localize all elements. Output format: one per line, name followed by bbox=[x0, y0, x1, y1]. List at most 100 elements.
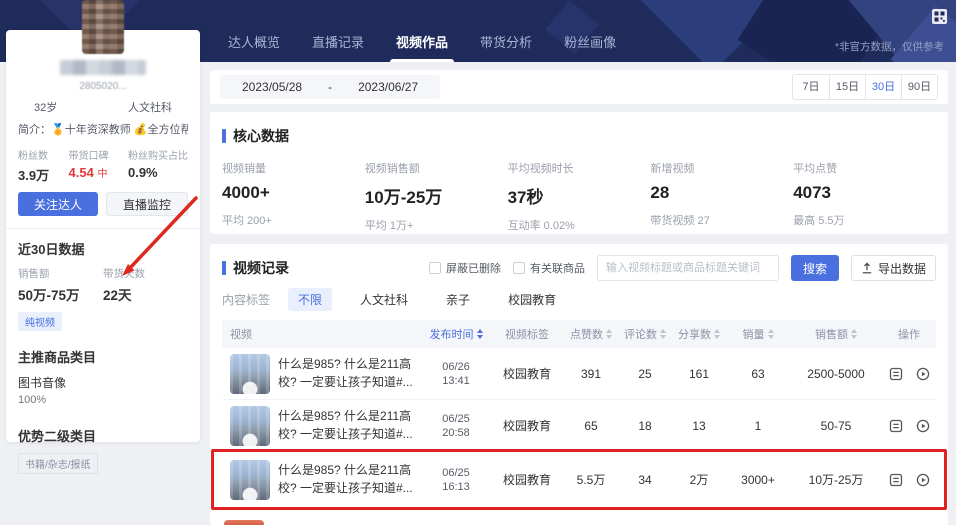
export-data-button[interactable]: 导出数据 bbox=[851, 255, 936, 281]
range-90d-button[interactable]: 90日 bbox=[901, 75, 937, 99]
sales-count: 1 bbox=[726, 400, 790, 451]
content-tag-label: 内容标签 bbox=[222, 291, 270, 308]
report-icon[interactable] bbox=[889, 367, 903, 381]
filter-campus-education[interactable]: 校园教育 bbox=[498, 288, 566, 311]
filter-humanities[interactable]: 人文社科 bbox=[350, 288, 418, 311]
metric-label: 新增视频 bbox=[650, 160, 793, 176]
publish-time: 20:58 bbox=[442, 427, 470, 439]
video-tag: 校园教育 bbox=[490, 348, 564, 399]
revenue-range: 10万-25万 bbox=[790, 452, 882, 507]
sort-icon bbox=[477, 329, 483, 339]
tab-fans-portrait[interactable]: 粉丝画像 bbox=[564, 32, 616, 62]
section-marker bbox=[222, 129, 226, 143]
video-title[interactable]: 什么是985? 什么是211高校? 一定要让孩子知道#... bbox=[278, 408, 422, 443]
video-thumbnail[interactable] bbox=[230, 354, 270, 394]
video-thumbnail[interactable] bbox=[230, 406, 270, 446]
fans-count: 3.9万 bbox=[18, 165, 49, 184]
date-start: 2023/05/28 bbox=[242, 80, 302, 94]
tab-overview[interactable]: 达人概览 bbox=[228, 32, 280, 62]
column-header-likes[interactable]: 点赞数 bbox=[564, 320, 618, 348]
avg-duration-value: 37秒 bbox=[508, 183, 651, 208]
avg-likes-value: 4073 bbox=[793, 183, 936, 203]
play-video-icon[interactable] bbox=[916, 367, 930, 381]
bio-label: 简介： bbox=[18, 121, 51, 137]
tab-live-records[interactable]: 直播记录 bbox=[312, 32, 364, 62]
profile-card: 2805020... 32岁 人文社科 简介： 🏅十年资深教师 💰全方位帮...… bbox=[6, 30, 200, 442]
likes-count: 5.5万 bbox=[564, 452, 618, 507]
has-linked-product-checkbox[interactable]: 有关联商品 bbox=[513, 260, 585, 276]
avatar[interactable] bbox=[82, 0, 124, 54]
data-disclaimer: *非官方数据，仅供参考 bbox=[835, 39, 944, 54]
comments-count: 34 bbox=[618, 452, 672, 507]
date-separator: - bbox=[328, 80, 332, 94]
export-label: 导出数据 bbox=[878, 260, 926, 277]
video-revenue-value: 10万-25万 bbox=[365, 183, 508, 208]
column-header-revenue[interactable]: 销售额 bbox=[790, 320, 882, 348]
publish-date: 06/26 bbox=[442, 361, 470, 373]
hide-deleted-checkbox[interactable]: 屏蔽已删除 bbox=[429, 260, 501, 276]
filter-unlimited[interactable]: 不限 bbox=[288, 288, 332, 311]
likes-count: 65 bbox=[564, 400, 618, 451]
video-title[interactable]: 什么是985? 什么是211高校? 一定要让孩子知道#... bbox=[278, 356, 422, 391]
qr-code-icon[interactable] bbox=[932, 9, 947, 24]
table-header: 视频 发布时间 视频标签 点赞数 评论数 分享数 销量 销售额 操作 bbox=[222, 320, 936, 348]
column-header-video-tag: 视频标签 bbox=[490, 320, 564, 348]
metric-sub: 互动率 0.02% bbox=[508, 217, 651, 233]
column-header-publish-time[interactable]: 发布时间 bbox=[422, 320, 490, 348]
metric-label: 平均点赞 bbox=[793, 160, 936, 176]
sort-icon bbox=[714, 329, 720, 339]
profile-name-blurred bbox=[60, 60, 146, 75]
report-icon[interactable] bbox=[889, 473, 903, 487]
reputation-level: 中 bbox=[97, 169, 107, 180]
next-row-thumbnail-partial bbox=[224, 520, 264, 525]
publish-date: 06/25 bbox=[442, 467, 470, 479]
comments-count: 25 bbox=[618, 348, 672, 399]
tab-video-works[interactable]: 视频作品 bbox=[396, 32, 448, 62]
video-tag: 校园教育 bbox=[490, 452, 564, 507]
report-icon[interactable] bbox=[889, 419, 903, 433]
profile-age: 32岁 bbox=[34, 99, 57, 115]
date-range-picker[interactable]: 2023/05/28 - 2023/06/27 bbox=[220, 75, 440, 99]
stat-label: 带货口碑 bbox=[69, 147, 109, 162]
video-title[interactable]: 什么是985? 什么是211高校? 一定要让孩子知道#... bbox=[278, 462, 422, 497]
sort-icon bbox=[660, 329, 666, 339]
play-video-icon[interactable] bbox=[916, 473, 930, 487]
filter-parenting[interactable]: 亲子 bbox=[436, 288, 480, 311]
sort-icon bbox=[606, 329, 612, 339]
profile-category: 人文社科 bbox=[128, 99, 172, 115]
video-thumbnail[interactable] bbox=[230, 460, 270, 500]
profile-user-id: 2805020... bbox=[18, 81, 188, 92]
search-button[interactable]: 搜索 bbox=[791, 255, 839, 281]
follow-button[interactable]: 关注达人 bbox=[18, 192, 98, 216]
shares-count: 161 bbox=[672, 348, 726, 399]
search-input[interactable] bbox=[597, 255, 779, 281]
play-video-icon[interactable] bbox=[916, 419, 930, 433]
range-7d-button[interactable]: 7日 bbox=[793, 75, 829, 99]
shares-count: 2万 bbox=[672, 452, 726, 507]
live-monitor-button[interactable]: 直播监控 bbox=[106, 192, 188, 216]
range-15d-button[interactable]: 15日 bbox=[829, 75, 865, 99]
metric-label: 视频销售额 bbox=[365, 160, 508, 176]
checkbox-icon[interactable] bbox=[513, 262, 525, 274]
export-icon bbox=[861, 262, 873, 274]
checkbox-icon[interactable] bbox=[429, 262, 441, 274]
publish-time: 16:13 bbox=[442, 481, 470, 493]
metric-label: 平均视频时长 bbox=[508, 160, 651, 176]
tab-sales-analysis[interactable]: 带货分析 bbox=[480, 32, 532, 62]
stat-label: 粉丝数 bbox=[18, 147, 49, 162]
column-header-actions: 操作 bbox=[882, 320, 936, 348]
range-30d-button[interactable]: 30日 bbox=[865, 75, 901, 99]
column-header-comments[interactable]: 评论数 bbox=[618, 320, 672, 348]
pure-video-tag: 纯视频 bbox=[18, 312, 62, 331]
core-data-title: 核心数据 bbox=[233, 126, 289, 146]
sales-count: 63 bbox=[726, 348, 790, 399]
page: 达人概览 直播记录 视频作品 带货分析 粉丝画像 *非官方数据，仅供参考 280… bbox=[0, 0, 956, 525]
checkbox-label: 屏蔽已删除 bbox=[446, 260, 501, 276]
purchase-ratio: 0.9% bbox=[128, 165, 188, 180]
column-header-sales[interactable]: 销量 bbox=[726, 320, 790, 348]
profile-stats: 粉丝数 3.9万 带货口碑 4.54 中 粉丝购买占比 0.9% bbox=[18, 147, 188, 184]
column-header-shares[interactable]: 分享数 bbox=[672, 320, 726, 348]
video-tag: 校园教育 bbox=[490, 400, 564, 451]
sales-count: 3000+ bbox=[726, 452, 790, 507]
recent-data-title: 近30日数据 bbox=[18, 239, 188, 258]
